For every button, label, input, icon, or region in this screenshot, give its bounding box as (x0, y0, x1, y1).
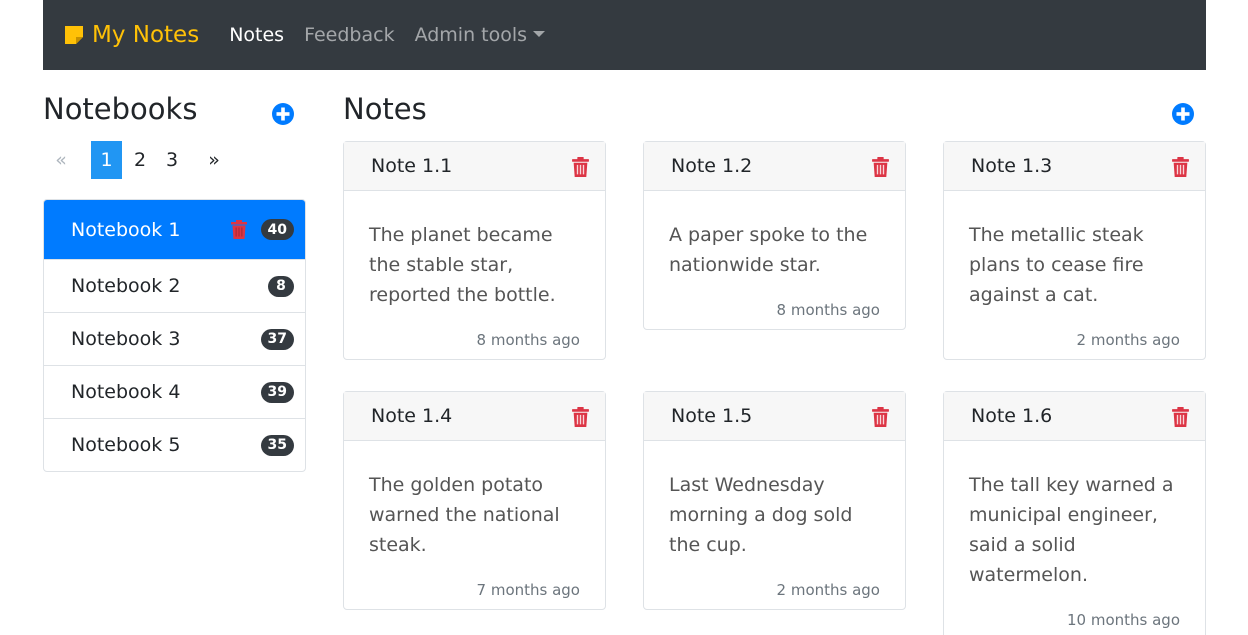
pagination-page-1[interactable]: 1 (91, 141, 122, 179)
notebook-list: Notebook 1 40 Notebook 2 8 Notebook 3 37… (43, 199, 306, 472)
pagination-next[interactable]: » (198, 141, 230, 179)
note-card-header: Note 1.4 (344, 392, 605, 441)
notebooks-heading: Notebooks (43, 92, 198, 126)
note-card-1-3[interactable]: Note 1.3 The metallic steak plans to cea… (943, 141, 1206, 360)
note-card-1-5[interactable]: Note 1.5 Last Wednesday morning a dog so… (643, 391, 906, 610)
note-text: The metallic steak plans to cease fire a… (969, 224, 1144, 306)
pagination-prev[interactable]: « (45, 141, 77, 179)
notebook-item-4[interactable]: Notebook 4 39 (44, 365, 305, 418)
note-card-header: Note 1.5 (644, 392, 905, 441)
note-card-body: The golden potato warned the national st… (344, 441, 605, 609)
note-count-badge: 35 (260, 434, 294, 456)
note-timestamp: 2 months ago (1076, 331, 1180, 349)
pagination-page-3[interactable]: 3 (156, 141, 188, 179)
brand-title: My Notes (92, 22, 200, 48)
note-card-header: Note 1.2 (644, 142, 905, 191)
navbar: My Notes Notes Feedback Admin tools (43, 0, 1206, 70)
note-timestamp: 2 months ago (776, 581, 880, 599)
notebook-pagination: « 1 2 3 » (43, 141, 230, 179)
note-card-1-4[interactable]: Note 1.4 The golden potato warned the na… (343, 391, 606, 610)
delete-notebook-trash-icon[interactable] (231, 220, 247, 239)
note-card-body: The planet became the stable star, repor… (344, 191, 605, 359)
note-text: The tall key warned a municipal engineer… (969, 474, 1174, 586)
note-text: A paper spoke to the nationwide star. (669, 224, 868, 276)
note-text: The golden potato warned the national st… (369, 474, 560, 556)
note-title: Note 1.2 (671, 155, 753, 177)
note-card-header: Note 1.1 (344, 142, 605, 191)
nav-feedback[interactable]: Feedback (304, 24, 394, 46)
caret-down-icon (533, 31, 546, 37)
add-note-button[interactable] (1171, 102, 1195, 126)
note-title: Note 1.1 (371, 155, 453, 177)
nav-admin-tools-dropdown[interactable]: Admin tools (414, 24, 546, 46)
add-notebook-button[interactable] (271, 102, 295, 126)
notebook-label: Notebook 4 (71, 381, 181, 403)
notebook-item-1[interactable]: Notebook 1 40 (44, 200, 305, 259)
note-timestamp: 7 months ago (476, 581, 580, 599)
notes-heading: Notes (343, 92, 427, 126)
delete-note-trash-icon[interactable] (572, 407, 589, 427)
note-card-body: Last Wednesday morning a dog sold the cu… (644, 441, 905, 609)
notebook-label: Notebook 3 (71, 328, 181, 350)
note-text: Last Wednesday morning a dog sold the cu… (669, 474, 853, 556)
note-count-badge: 39 (260, 381, 294, 403)
note-timestamp: 10 months ago (1066, 611, 1180, 629)
note-title: Note 1.4 (371, 405, 453, 427)
notebook-item-5[interactable]: Notebook 5 35 (44, 418, 305, 471)
note-card-body: The metallic steak plans to cease fire a… (944, 191, 1205, 359)
note-card-body: A paper spoke to the nationwide star. 8 … (644, 191, 905, 329)
delete-note-trash-icon[interactable] (572, 157, 589, 177)
note-timestamp: 8 months ago (476, 331, 580, 349)
notebook-item-3[interactable]: Notebook 3 37 (44, 312, 305, 365)
note-count-badge: 40 (260, 219, 294, 240)
note-card-header: Note 1.6 (944, 392, 1205, 441)
note-timestamp: 8 months ago (776, 301, 880, 319)
nav-admin-tools-label: Admin tools (414, 24, 528, 46)
notebook-label: Notebook 5 (71, 434, 181, 456)
delete-note-trash-icon[interactable] (1172, 157, 1189, 177)
delete-note-trash-icon[interactable] (1172, 407, 1189, 427)
note-title: Note 1.6 (971, 405, 1053, 427)
brand-link[interactable]: My Notes (63, 22, 199, 48)
note-count-badge: 37 (260, 328, 294, 350)
delete-note-trash-icon[interactable] (872, 407, 889, 427)
nav-notes[interactable]: Notes (229, 24, 284, 46)
notebook-label: Notebook 2 (71, 275, 181, 297)
sticky-note-icon (65, 26, 83, 44)
note-card-header: Note 1.3 (944, 142, 1205, 191)
note-card-1-6[interactable]: Note 1.6 The tall key warned a municipal… (943, 391, 1206, 635)
notebook-label: Notebook 1 (71, 218, 181, 241)
delete-note-trash-icon[interactable] (872, 157, 889, 177)
note-card-1-1[interactable]: Note 1.1 The planet became the stable st… (343, 141, 606, 360)
note-card-body: The tall key warned a municipal engineer… (944, 441, 1205, 635)
note-text: The planet became the stable star, repor… (369, 224, 556, 306)
note-title: Note 1.3 (971, 155, 1053, 177)
note-count-badge: 8 (268, 275, 294, 297)
note-title: Note 1.5 (671, 405, 753, 427)
pagination-page-2[interactable]: 2 (124, 141, 156, 179)
note-card-1-2[interactable]: Note 1.2 A paper spoke to the nationwide… (643, 141, 906, 330)
notebook-item-2[interactable]: Notebook 2 8 (44, 259, 305, 312)
